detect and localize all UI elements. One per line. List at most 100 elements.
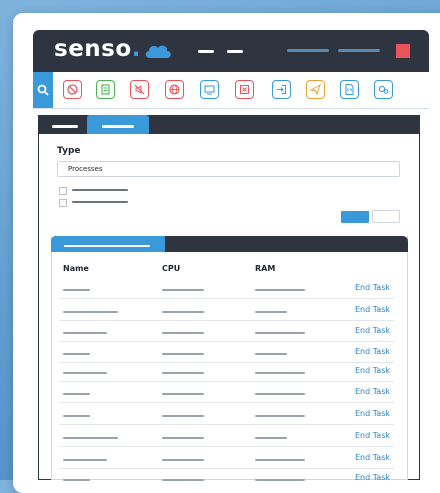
table-tabs [51,236,408,252]
row-separator [59,402,394,403]
process-name [63,459,107,461]
option-label-1 [72,189,128,191]
logo-text: senso [54,36,132,62]
process-name [63,437,118,439]
process-cpu [162,353,204,355]
column-header-ram: RAM [255,264,276,273]
header-menu-c[interactable] [287,49,329,52]
end-task-button[interactable]: End Task [355,473,390,482]
process-name [63,479,90,481]
process-ram [255,479,305,481]
option-checkbox-1[interactable] [59,187,67,195]
tab-inactive[interactable] [52,125,78,128]
end-task-button[interactable]: End Task [355,283,390,292]
screen-share-icon [204,85,215,95]
end-task-button[interactable]: End Task [355,366,390,375]
header-menu-b[interactable] [227,50,243,53]
process-ram [255,415,305,417]
end-task-button[interactable]: End Task [355,305,390,314]
end-task-button[interactable]: End Task [355,453,390,462]
process-name [63,353,90,355]
column-header-name: Name [63,264,89,273]
row-separator [59,381,394,382]
process-ram [255,393,305,395]
tab-active-label [102,125,134,128]
file-code-icon [345,84,354,95]
end-task-button[interactable]: End Task [355,347,390,356]
checklist-icon [101,84,110,95]
process-ram [255,353,287,355]
type-select-value: Processes [68,165,103,173]
row-separator [59,446,394,447]
login-icon [277,85,286,94]
header-menu-a[interactable] [198,50,214,53]
end-task-button[interactable]: End Task [355,431,390,440]
process-cpu [162,459,204,461]
end-task-button[interactable]: End Task [355,387,390,396]
reset-button[interactable] [372,210,400,223]
row-separator [59,341,394,342]
tool-checklist[interactable] [96,80,115,99]
process-cpu [162,479,204,481]
process-cpu [162,437,204,439]
process-name [63,372,107,374]
process-ram [255,289,305,291]
process-ram [255,311,287,313]
process-cpu [162,332,204,334]
tool-send[interactable] [306,80,325,99]
process-name [63,393,90,395]
apply-button[interactable] [341,211,369,223]
mute-icon [134,84,145,95]
logo-dot: . [131,36,141,62]
process-name [63,289,90,291]
tool-file-code[interactable] [340,80,359,99]
close-window-icon [240,85,249,94]
process-cpu [162,393,204,395]
type-select[interactable]: Processes [57,161,400,177]
tool-globe[interactable] [165,80,184,99]
header-menu-d[interactable] [338,49,380,52]
table-tab-active[interactable] [51,236,165,252]
row-separator [59,298,394,299]
send-icon [309,83,321,96]
process-cpu [162,289,204,291]
end-task-button[interactable]: End Task [355,326,390,335]
tool-block[interactable] [63,80,82,99]
tool-mute[interactable] [130,80,149,99]
row-separator [59,320,394,321]
process-ram [255,332,305,334]
tool-settings[interactable] [374,80,393,99]
process-name [63,332,107,334]
cloud-icon [145,45,171,58]
row-separator [59,424,394,425]
app-header: senso. [33,30,429,72]
tab-active[interactable] [87,115,149,134]
type-label: Type [57,146,81,156]
end-task-button[interactable]: End Task [355,409,390,418]
process-ram [255,437,287,439]
tool-screen-share[interactable] [200,80,219,99]
process-table [51,236,408,480]
tool-close-window[interactable] [235,80,254,99]
panel-tabs [38,115,420,134]
block-icon [67,84,78,95]
process-cpu [162,372,204,374]
row-separator [59,362,394,363]
row-separator [59,468,394,469]
process-cpu [162,311,204,313]
process-ram [255,459,305,461]
process-ram [255,372,305,374]
option-label-2 [72,201,128,203]
option-checkbox-2[interactable] [59,199,67,207]
close-button[interactable] [396,44,410,58]
tool-login[interactable] [272,80,291,99]
settings-icon [378,85,389,94]
search-icon [37,84,49,96]
process-cpu [162,415,204,417]
toolbar [33,72,429,109]
globe-icon [169,84,180,95]
logo: senso. [54,36,141,62]
table-tab-label [64,245,150,247]
search-button[interactable] [33,72,53,108]
process-name [63,311,118,313]
